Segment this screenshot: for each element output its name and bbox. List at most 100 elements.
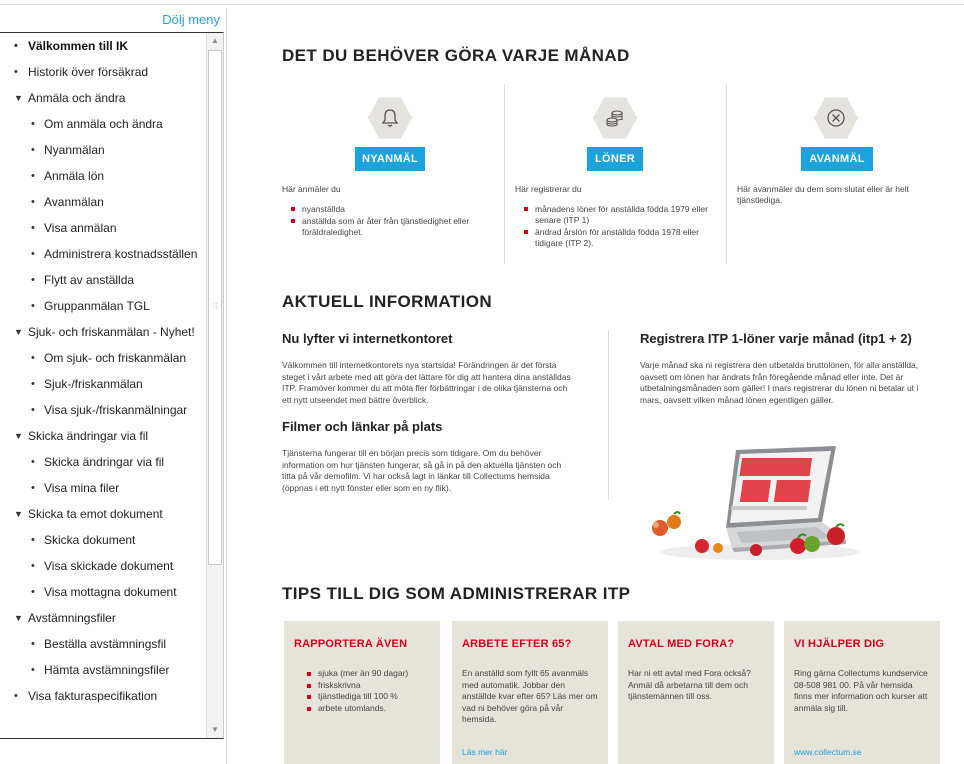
sidebar-item-label: Välkommen till IK — [28, 39, 129, 53]
loner-button[interactable]: LÖNER — [587, 147, 643, 171]
sidebar-nav: • Välkommen till IK • Historik över försäkr… — [0, 32, 224, 739]
sidebar-item[interactable]: • Historik över försäkrad — [0, 59, 206, 85]
scroll-up-arrow-icon[interactable]: ▲ — [207, 33, 223, 49]
sidebar-item[interactable]: ▼ Sjuk- och friskanmälan - Nyhet! — [0, 319, 206, 345]
coins-icon — [593, 96, 637, 140]
sidebar-item[interactable]: • Flytt av anställda — [0, 267, 206, 293]
list-item: tjänstlediga till 100 % — [294, 691, 430, 703]
top-border — [0, 4, 964, 5]
scroll-thumb[interactable]: ⁞⁞ — [208, 50, 222, 565]
sidebar-item[interactable]: • Avanmälan — [0, 189, 206, 215]
sidebar-item[interactable]: • Välkommen till IK — [0, 33, 206, 59]
bullet-icon: • — [31, 378, 35, 390]
expand-arrow-icon: ▼ — [14, 431, 23, 441]
monthly-heading: DET DU BEHÖVER GÖRA VARJE MÅNAD — [282, 46, 630, 65]
tips-heading: TIPS TILL DIG SOM ADMINISTRERAR ITP — [282, 584, 631, 603]
bullet-icon: • — [31, 456, 35, 468]
nyanmal-button[interactable]: NYANMÄL — [355, 147, 425, 171]
info-title-itp1: Registrera ITP 1-löner varje månad (itp1… — [640, 331, 912, 346]
sidebar-item[interactable]: ▼ Skicka ta emot dokument — [0, 501, 206, 527]
bullet-icon: • — [14, 66, 18, 78]
sidebar-item[interactable]: • Visa anmälan — [0, 215, 206, 241]
sidebar-item-label: Sjuk-/friskanmälan — [44, 377, 143, 391]
expand-arrow-icon: ▼ — [14, 327, 23, 337]
bullet-icon: • — [31, 404, 35, 416]
sidebar-item-label: Visa mottagna dokument — [44, 585, 177, 599]
tip-title: AVTAL MED FORA? — [628, 638, 735, 650]
read-more-link[interactable]: Läs mer här — [462, 747, 507, 757]
laptop-illustration — [640, 444, 862, 564]
avanmal-button[interactable]: AVANMÄL — [801, 147, 873, 171]
sidebar-item-label: Avstämningsfiler — [28, 611, 116, 625]
sidebar-item-label: Hämta avstämningsfiler — [44, 663, 170, 677]
tip-card-rapportera: RAPPORTERA ÄVEN sjuka (mer än 90 dagar) … — [284, 621, 440, 764]
bullet-icon: • — [31, 222, 35, 234]
sidebar-item[interactable]: • Gruppanmälan TGL — [0, 293, 206, 319]
bullet-icon: • — [31, 144, 35, 156]
sidebar-item[interactable]: • Skicka ändringar via fil — [0, 449, 206, 475]
sidebar-item-label: Skicka ta emot dokument — [28, 507, 163, 521]
sidebar-scrollbar[interactable]: ▲ ⁞⁞ ▼ — [206, 33, 223, 738]
info-text-filmer: Tjänsterna fungerar till en början preci… — [282, 448, 562, 493]
sidebar-item[interactable]: • Nyanmälan — [0, 137, 206, 163]
sidebar-item[interactable]: • Hämta avstämningsfiler — [0, 657, 206, 683]
info-right-column: Registrera ITP 1-löner varje månad (itp1… — [640, 330, 938, 406]
info-text-itp1: Varje månad ska ni registrera den utbeta… — [640, 360, 919, 405]
info-text-internetkontoret: Välkommen till internetkontorets nya sta… — [282, 360, 571, 405]
bell-icon — [368, 96, 412, 140]
bullet-icon: • — [31, 352, 35, 364]
tip-list: sjuka (mer än 90 dagar) friskskrivna tjä… — [294, 668, 430, 714]
tips-section: RAPPORTERA ÄVEN sjuka (mer än 90 dagar) … — [284, 621, 954, 764]
sidebar-item[interactable]: ▼ Avstämningsfiler — [0, 605, 206, 631]
bullet-icon: • — [31, 664, 35, 676]
nyanmal-list: nyanställda anställda som är åter från t… — [290, 204, 486, 239]
tip-title: RAPPORTERA ÄVEN — [294, 638, 408, 650]
sidebar-item[interactable]: • Visa sjuk-/friskanmälningar — [0, 397, 206, 423]
sidebar-item-label: Visa mina filer — [44, 481, 120, 495]
scroll-down-arrow-icon[interactable]: ▼ — [207, 722, 223, 738]
list-item: ändrad årslön för anställda födda 1978 e… — [523, 227, 719, 249]
sidebar-item[interactable]: • Visa fakturaspecifikation — [0, 683, 206, 709]
bullet-icon: • — [31, 586, 35, 598]
sidebar-item[interactable]: • Om anmäla och ändra — [0, 111, 206, 137]
sidebar-item[interactable]: ▼ Skicka ändringar via fil — [0, 423, 206, 449]
sidebar-item[interactable]: • Visa mina filer — [0, 475, 206, 501]
bullet-icon: • — [31, 534, 35, 546]
sidebar-item[interactable]: • Visa skickade dokument — [0, 553, 206, 579]
list-item: arbete utomlands. — [294, 703, 430, 715]
sidebar-item-label: Anmäla och ändra — [28, 91, 126, 105]
sidebar-item[interactable]: • Sjuk-/friskanmälan — [0, 371, 206, 397]
expand-arrow-icon: ▼ — [14, 93, 23, 103]
bullet-icon: • — [31, 300, 35, 312]
sidebar-item[interactable]: • Administrera kostnadsställen — [0, 241, 206, 267]
sidebar-item[interactable]: • Visa mottagna dokument — [0, 579, 206, 605]
close-circle-icon — [814, 96, 858, 140]
tip-card-vi-hjalper-dig: VI HJÄLPER DIG Ring gärna Collectums kun… — [784, 621, 940, 764]
monthly-section: NYANMÄL Här anmäler du nyanställda anstä… — [282, 84, 954, 264]
tip-text: Har ni ett avtal med Fora också? Anmäl d… — [628, 668, 751, 701]
list-item: friskskrivna — [294, 680, 430, 692]
sidebar-item[interactable]: • Beställa avstämningsfil — [0, 631, 206, 657]
sidebar-item-label: Avanmälan — [44, 195, 104, 209]
tip-card-arbete-efter-65: ARBETE EFTER 65? En anställd som fyllt 6… — [452, 621, 608, 764]
avanmal-intro: Här avanmäler du dem som slutat eller är… — [737, 184, 909, 205]
sidebar-item[interactable]: • Anmäla lön — [0, 163, 206, 189]
expand-arrow-icon: ▼ — [14, 509, 23, 519]
nyanmal-intro: Här anmäler du — [282, 184, 341, 194]
bullet-icon: • — [31, 170, 35, 182]
bullet-icon: • — [31, 274, 35, 286]
grip-icon: ⁞⁞ — [213, 302, 218, 311]
hide-menu-link[interactable]: Dölj meny — [162, 12, 220, 27]
sidebar-item-label: Skicka ändringar via fil — [28, 429, 149, 443]
sidebar-item-label: Administrera kostnadsställen — [44, 247, 198, 261]
sidebar-item[interactable]: ▼ Anmäla och ändra — [0, 85, 206, 111]
sidebar-item-label: Gruppanmälan TGL — [44, 299, 150, 313]
sidebar-item-label: Visa fakturaspecifikation — [28, 689, 158, 703]
bullet-icon: • — [14, 40, 18, 52]
sidebar-item[interactable]: • Skicka dokument — [0, 527, 206, 553]
monthly-column-loner: LÖNER Här registrerar du månadens löner … — [504, 84, 714, 264]
collectum-website-link[interactable]: www.collectum.se — [794, 747, 862, 757]
bullet-icon: • — [31, 196, 35, 208]
monthly-column-avanmal: AVANMÄL Här avanmäler du dem som slutat … — [726, 84, 936, 264]
sidebar-item[interactable]: • Om sjuk- och friskanmälan — [0, 345, 206, 371]
